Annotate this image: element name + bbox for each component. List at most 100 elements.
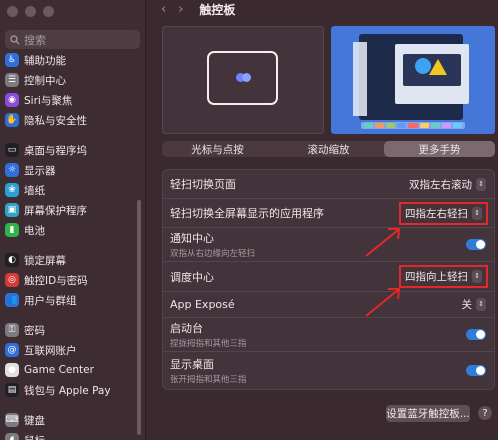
- preview-window: [353, 42, 367, 116]
- search-placeholder: 搜索: [24, 33, 46, 47]
- sidebar-item-label: 用户与群组: [24, 294, 77, 307]
- back-button[interactable]: ‹: [161, 2, 166, 17]
- preview-dock: [361, 122, 465, 129]
- sidebar-item-icon: ◐: [5, 253, 19, 267]
- sidebar-item[interactable]: ♿ 辅助功能: [4, 50, 138, 70]
- sidebar-item[interactable]: ◐ 锁定屏幕: [4, 250, 138, 270]
- row-show-desktop: 显示桌面 张开拇指和其他三指: [163, 352, 494, 389]
- sidebar-item[interactable]: ⚿ 密码: [4, 320, 138, 340]
- sidebar-item[interactable]: ◎ 触控ID与密码: [4, 270, 138, 290]
- sidebar-item-icon: ●: [5, 363, 19, 377]
- sidebar-item-icon: ◖: [5, 433, 19, 440]
- sidebar-item-label: 显示器: [24, 164, 56, 177]
- fullscreen-swipe-popup[interactable]: 四指左右轻扫 ⇕: [399, 201, 488, 225]
- sidebar-item-label: 键盘: [24, 414, 45, 427]
- gesture-preview-screen: [331, 26, 495, 134]
- row-launchpad: 启动台 捏拢拇指和其他三指: [163, 318, 494, 352]
- row-page-swipe: 轻扫切换页面 双指左右滚动 ⇕: [163, 170, 494, 199]
- sidebar-item-label: Siri与聚焦: [24, 94, 73, 107]
- sidebar-item[interactable]: ▣ 屏幕保护程序: [4, 200, 138, 220]
- gesture-preview-trackpad: [162, 26, 324, 134]
- sidebar-item-icon: ◎: [5, 273, 19, 287]
- sidebar-item[interactable]: ▭ 桌面与程序坞: [4, 140, 138, 160]
- row-app-expose: App Exposé 关 ⇕: [163, 292, 494, 318]
- sidebar-item-icon: ☰: [5, 73, 19, 87]
- finger-dot: [242, 73, 251, 82]
- forward-button[interactable]: ›: [178, 2, 183, 17]
- gestures-panel: 轻扫切换页面 双指左右滚动 ⇕ 轻扫切换全屏幕显示的应用程序 四指左右轻扫 ⇕ …: [162, 169, 495, 390]
- page-swipe-popup[interactable]: 双指左右滚动 ⇕: [409, 177, 486, 192]
- sidebar-item-label: Game Center: [24, 364, 94, 376]
- search-icon: [10, 34, 20, 45]
- row-fullscreen-swipe: 轻扫切换全屏幕显示的应用程序 四指左右轻扫 ⇕: [163, 199, 494, 228]
- sidebar-item-icon: ▣: [5, 203, 19, 217]
- sidebar-item[interactable]: ▤ 钱包与 Apple Pay: [4, 380, 138, 400]
- sidebar-item-label: 密码: [24, 324, 45, 337]
- page-title: 触控板: [199, 3, 236, 17]
- sidebar-item-label: 电池: [24, 224, 45, 237]
- sidebar-item-icon: ☼: [5, 163, 19, 177]
- sidebar-item-label: 墙纸: [24, 184, 45, 197]
- sidebar-item-label: 屏幕保护程序: [24, 204, 87, 217]
- sidebar: 搜索 ♿ 辅助功能 ☰ 控制中心 ◉ Siri与聚焦 ✋ 隐私与安全性 ▭ 桌面与程序坞 ☼ 显示器 ❀…: [0, 0, 146, 440]
- sidebar-item[interactable]: ❀ 墙纸: [4, 180, 138, 200]
- row-mission-control: 调度中心 四指向上轻扫 ⇕: [163, 262, 494, 292]
- window-controls: [7, 6, 54, 17]
- launchpad-toggle[interactable]: [466, 329, 486, 340]
- sidebar-item[interactable]: ◉ Siri与聚焦: [4, 90, 138, 110]
- sidebar-item[interactable]: ◖ 鼠标: [4, 430, 138, 440]
- sidebar-item-icon: ⌨: [5, 413, 19, 427]
- help-button[interactable]: ?: [478, 406, 492, 420]
- sidebar-item-icon: ✋: [5, 113, 19, 127]
- sidebar-scrollbar[interactable]: [137, 200, 141, 435]
- row-description: 张开拇指和其他三指: [170, 375, 247, 385]
- close-button[interactable]: [7, 6, 18, 17]
- row-description: 双指从右边缘向左轻扫: [170, 249, 256, 259]
- preview-shape: [429, 59, 447, 75]
- row-label: 轻扫切换页面: [170, 178, 236, 191]
- zoom-button[interactable]: [43, 6, 54, 17]
- mission-control-popup[interactable]: 四指向上轻扫 ⇕: [399, 265, 488, 288]
- row-label: 轻扫切换全屏幕显示的应用程序: [170, 207, 324, 220]
- sidebar-item-label: 钱包与 Apple Pay: [24, 384, 111, 397]
- sidebar-item-icon: ◉: [5, 93, 19, 107]
- sidebar-item-icon: ⚿: [5, 323, 19, 337]
- tab-scroll-zoom[interactable]: 滚动缩放: [273, 141, 384, 157]
- app-expose-popup[interactable]: 关 ⇕: [462, 297, 486, 312]
- sidebar-item-icon: ▮: [5, 223, 19, 237]
- sidebar-item[interactable]: @ 互联网账户: [4, 340, 138, 360]
- minimize-button[interactable]: [25, 6, 36, 17]
- sidebar-item-label: 鼠标: [24, 433, 45, 440]
- show-desktop-toggle[interactable]: [466, 365, 486, 376]
- sidebar-item-icon: ▤: [5, 383, 19, 397]
- chevron-updown-icon: ⇕: [472, 270, 482, 283]
- notification-center-toggle[interactable]: [466, 239, 486, 250]
- sidebar-item[interactable]: ☼ 显示器: [4, 160, 138, 180]
- tab-more-gestures[interactable]: 更多手势: [384, 141, 495, 157]
- sidebar-item-label: 锁定屏幕: [24, 254, 66, 267]
- search-input[interactable]: 搜索: [5, 30, 140, 49]
- annotation-arrow-icon: [365, 228, 401, 257]
- row-label: 启动台: [170, 322, 203, 335]
- row-label: 调度中心: [170, 270, 214, 284]
- sidebar-item[interactable]: ☰ 控制中心: [4, 70, 138, 90]
- sidebar-item[interactable]: 👥 用户与群组: [4, 290, 138, 310]
- sidebar-item[interactable]: ⌨ 键盘: [4, 410, 138, 430]
- sidebar-item-label: 桌面与程序坞: [24, 144, 87, 157]
- setup-bluetooth-trackpad-button[interactable]: 设置蓝牙触控板...: [386, 405, 470, 422]
- row-label: App Exposé: [170, 298, 235, 311]
- sidebar-list: ♿ 辅助功能 ☰ 控制中心 ◉ Siri与聚焦 ✋ 隐私与安全性 ▭ 桌面与程序坞 ☼ 显示器 ❀ 墙纸 ▣…: [4, 50, 138, 440]
- sidebar-item-label: 隐私与安全性: [24, 114, 87, 127]
- sidebar-item-icon: ▭: [5, 143, 19, 157]
- row-label: 通知中心: [170, 232, 214, 245]
- annotation-arrow-icon: [365, 288, 401, 317]
- sidebar-item[interactable]: ● Game Center: [4, 360, 138, 380]
- chevron-updown-icon: ⇕: [476, 177, 486, 191]
- sidebar-item[interactable]: ✋ 隐私与安全性: [4, 110, 138, 130]
- chevron-updown-icon: ⇕: [476, 298, 486, 311]
- row-notification-center: 通知中心 双指从右边缘向左轻扫: [163, 228, 494, 262]
- sidebar-item-icon: @: [5, 343, 19, 357]
- tab-point-click[interactable]: 光标与点按: [162, 141, 273, 157]
- sidebar-item[interactable]: ▮ 电池: [4, 220, 138, 240]
- sidebar-item-label: 辅助功能: [24, 54, 66, 67]
